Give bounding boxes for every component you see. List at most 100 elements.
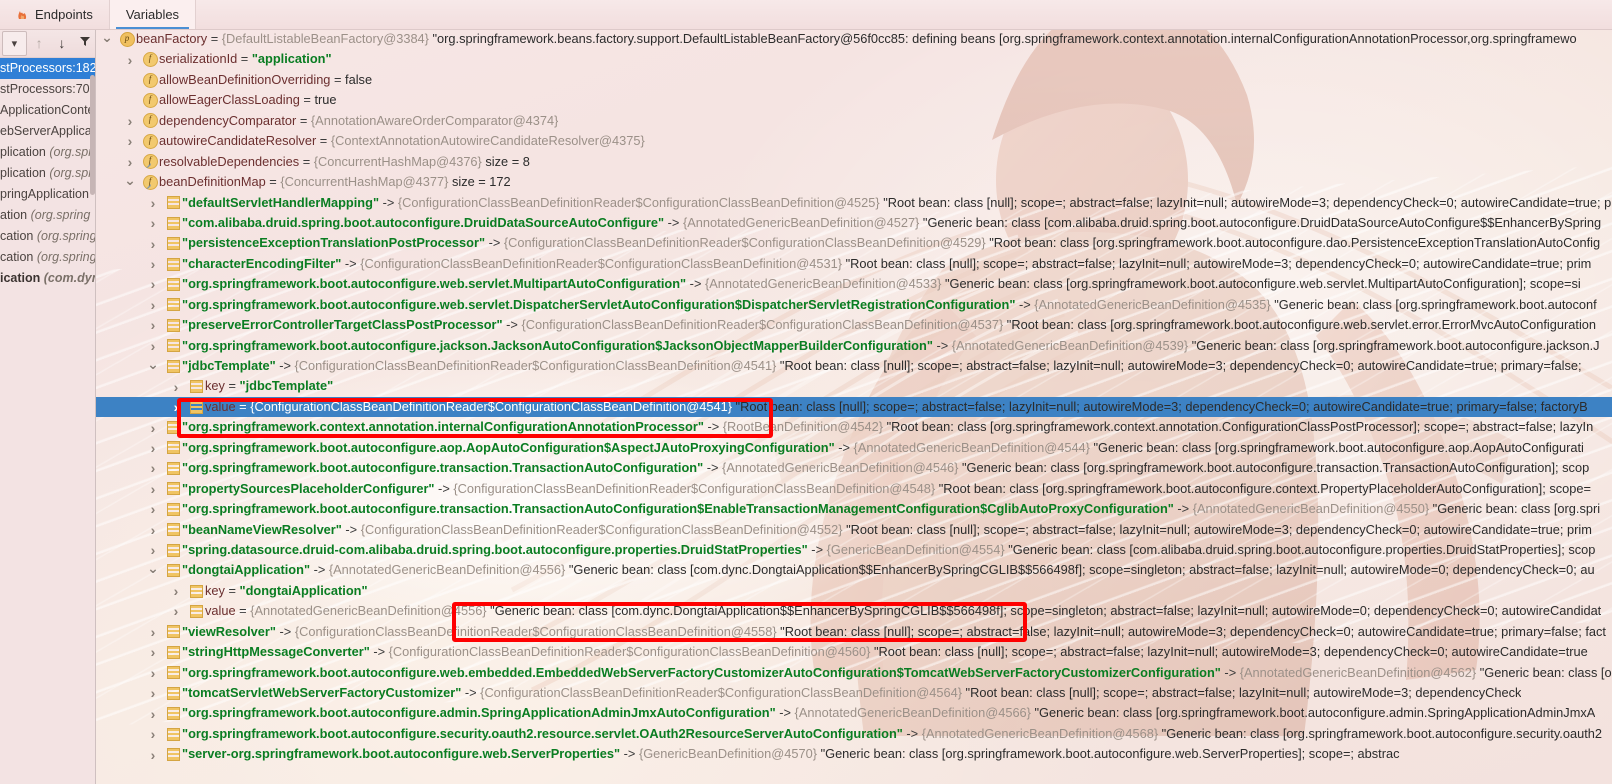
frame-row[interactable]: stProcessors:707, [0,79,95,100]
chevron-right-icon[interactable]: › [142,257,164,271]
tree-row-text: "org.springframework.context.annotation.… [182,417,1593,437]
tree-row[interactable]: › "org.springframework.boot.autoconfigure… [96,274,1612,294]
tree-row[interactable]: › key = "jdbcTemplate" [96,376,1612,396]
frame-row[interactable]: ebServerApplicati [0,121,95,142]
chevron-right-icon[interactable]: › [142,727,164,741]
tree-row[interactable]: › "org.springframework.boot.autoconfigure… [96,336,1612,356]
frames-down-button[interactable]: ↓ [51,32,72,54]
frame-row[interactable]: stProcessors:182, [0,58,95,79]
tree-row[interactable]: › "com.alibaba.druid.spring.boot.autoconf… [96,213,1612,233]
object-reference: {ConfigurationClassBeanDefinitionReader$… [453,480,936,496]
frame-row[interactable]: cation (org.spring [0,226,95,247]
chevron-right-icon[interactable]: › [119,114,141,128]
string-value: "tomcatServletWebServerFactoryCustomizer… [182,685,462,700]
frame-row[interactable]: ation (org.spring [0,205,95,226]
chevron-right-icon[interactable]: › [142,625,164,639]
toggle-glyph: › [150,623,156,640]
tree-row[interactable]: › key = "dongtaiApplication" [96,581,1612,601]
tree-row[interactable]: › "preserveErrorControllerTargetClassPost… [96,315,1612,335]
map-entry-icon [164,707,182,721]
tree-row[interactable]: › "spring.datasource.druid-com.alibaba.dr… [96,540,1612,560]
map-arrow: -> [485,235,504,251]
frame-row[interactable]: cation (org.spring [0,247,95,268]
chevron-right-icon[interactable]: › [119,155,141,169]
tree-row[interactable]: › f resolvableDependencies = {ConcurrentHa… [96,152,1612,172]
tree-row[interactable]: › "persistenceExceptionTranslationPostPro… [96,233,1612,253]
chevron-right-icon[interactable]: › [142,277,164,291]
tree-row[interactable]: ⌄ f beanDefinitionMap = {ConcurrentHashMap… [96,172,1612,192]
frame-row[interactable]: plication (org.spri [0,163,95,184]
chevron-right-icon[interactable]: › [142,645,164,659]
tree-row[interactable]: › "stringHttpMessageConverter" -> {Config… [96,642,1612,662]
tree-row[interactable]: ⌄ "dongtaiApplication" -> {AnnotatedGener… [96,560,1612,580]
chevron-right-icon[interactable]: › [142,482,164,496]
chevron-right-icon[interactable]: › [142,748,164,762]
frame-row[interactable]: plication (org.spri [0,142,95,163]
chevron-right-icon[interactable]: › [142,666,164,680]
chevron-right-icon[interactable]: › [142,339,164,353]
frames-filter-button[interactable] [74,32,95,54]
tree-row[interactable]: › "server-org.springframework.boot.autoco… [96,744,1612,764]
tab-variables[interactable]: Variables [109,0,197,29]
tree-row[interactable]: ⌄ p beanFactory = {DefaultListableBeanFact… [96,29,1612,49]
chevron-right-icon[interactable]: › [142,421,164,435]
tree-row[interactable]: › "org.springframework.boot.autoconfigure… [96,295,1612,315]
chevron-down-icon[interactable]: ⌄ [96,30,118,44]
tree-row[interactable]: › "viewResolver" -> {ConfigurationClassBe… [96,622,1612,642]
tree-row[interactable]: f allowBeanDefinitionOverriding = false [96,70,1612,90]
chevron-right-icon[interactable]: › [165,584,187,598]
tree-row-text: "stringHttpMessageConverter" -> {Configu… [182,642,1588,662]
variables-tree[interactable]: ⌄ p beanFactory = {DefaultListableBeanFact… [96,29,1612,784]
map-entry-icon [164,482,182,496]
watch-pin-icon [145,176,152,189]
tree-row[interactable]: › "org.springframework.boot.autoconfigure… [96,663,1612,683]
chevron-down-icon[interactable]: ⌄ [142,357,164,371]
tree-row[interactable]: › "org.springframework.boot.autoconfigure… [96,724,1612,744]
tree-row[interactable]: › "org.springframework.boot.autoconfigure… [96,438,1612,458]
tree-row[interactable]: › "defaultServletHandlerMapping" -> {Conf… [96,193,1612,213]
tree-row[interactable]: › "characterEncodingFilter" -> {Configura… [96,254,1612,274]
chevron-right-icon[interactable]: › [165,604,187,618]
chevron-down-icon[interactable]: ⌄ [142,561,164,575]
chevron-right-icon[interactable]: › [142,237,164,251]
frames-list[interactable]: stProcessors:182, stProcessors:707, Applic… [0,58,95,289]
chevron-right-icon[interactable]: › [142,523,164,537]
chevron-right-icon[interactable]: › [165,400,187,414]
chevron-right-icon[interactable]: › [142,298,164,312]
tree-row[interactable]: › "org.springframework.boot.autoconfigure… [96,499,1612,519]
tree-row[interactable]: › "beanNameViewResolver" -> {Configuratio… [96,520,1612,540]
frame-row[interactable]: pringApplication [0,184,95,205]
tab-endpoints[interactable]: Endpoints [0,0,110,29]
tree-row[interactable]: › "org.springframework.context.annotation… [96,417,1612,437]
tree-row[interactable]: f allowEagerClassLoading = true [96,90,1612,110]
chevron-right-icon[interactable]: › [142,543,164,557]
frame-row[interactable]: ication (com.dync [0,268,95,289]
frames-up-button[interactable]: ↑ [29,32,50,54]
chevron-right-icon[interactable]: › [142,461,164,475]
chevron-right-icon[interactable]: › [119,53,141,67]
chevron-right-icon[interactable]: › [142,318,164,332]
tree-row[interactable]: › value = {AnnotatedGenericBeanDefinition… [96,601,1612,621]
tree-row[interactable]: › f autowireCandidateResolver = {ContextAn… [96,131,1612,151]
tree-row[interactable]: › "org.springframework.boot.autoconfigure… [96,703,1612,723]
frame-row[interactable]: ApplicationContex [0,100,95,121]
frames-scrollbar[interactable] [90,57,95,784]
chevron-right-icon[interactable]: › [165,380,187,394]
chevron-down-icon[interactable]: ⌄ [119,173,141,187]
tree-row[interactable]: › "tomcatServletWebServerFactoryCustomize… [96,683,1612,703]
tree-row-text: "propertySourcesPlaceholderConfigurer" -… [182,479,1591,499]
tree-row[interactable]: › "org.springframework.boot.autoconfigure… [96,458,1612,478]
chevron-right-icon[interactable]: › [142,196,164,210]
tree-row[interactable]: › f dependencyComparator = {AnnotationAwar… [96,111,1612,131]
tree-row[interactable]: › f serializationId = "application" [96,49,1612,69]
tree-row[interactable]: ⌄ "jdbcTemplate" -> {ConfigurationClassBe… [96,356,1612,376]
chevron-right-icon[interactable]: › [142,216,164,230]
tree-row[interactable]: › value = {ConfigurationClassBeanDefiniti… [96,396,1612,418]
chevron-right-icon[interactable]: › [142,441,164,455]
chevron-right-icon[interactable]: › [119,134,141,148]
thread-selector-dropdown[interactable]: ▾ [2,30,27,56]
tree-row[interactable]: › "propertySourcesPlaceholderConfigurer" … [96,479,1612,499]
chevron-right-icon[interactable]: › [142,686,164,700]
chevron-right-icon[interactable]: › [142,707,164,721]
chevron-right-icon[interactable]: › [142,502,164,516]
